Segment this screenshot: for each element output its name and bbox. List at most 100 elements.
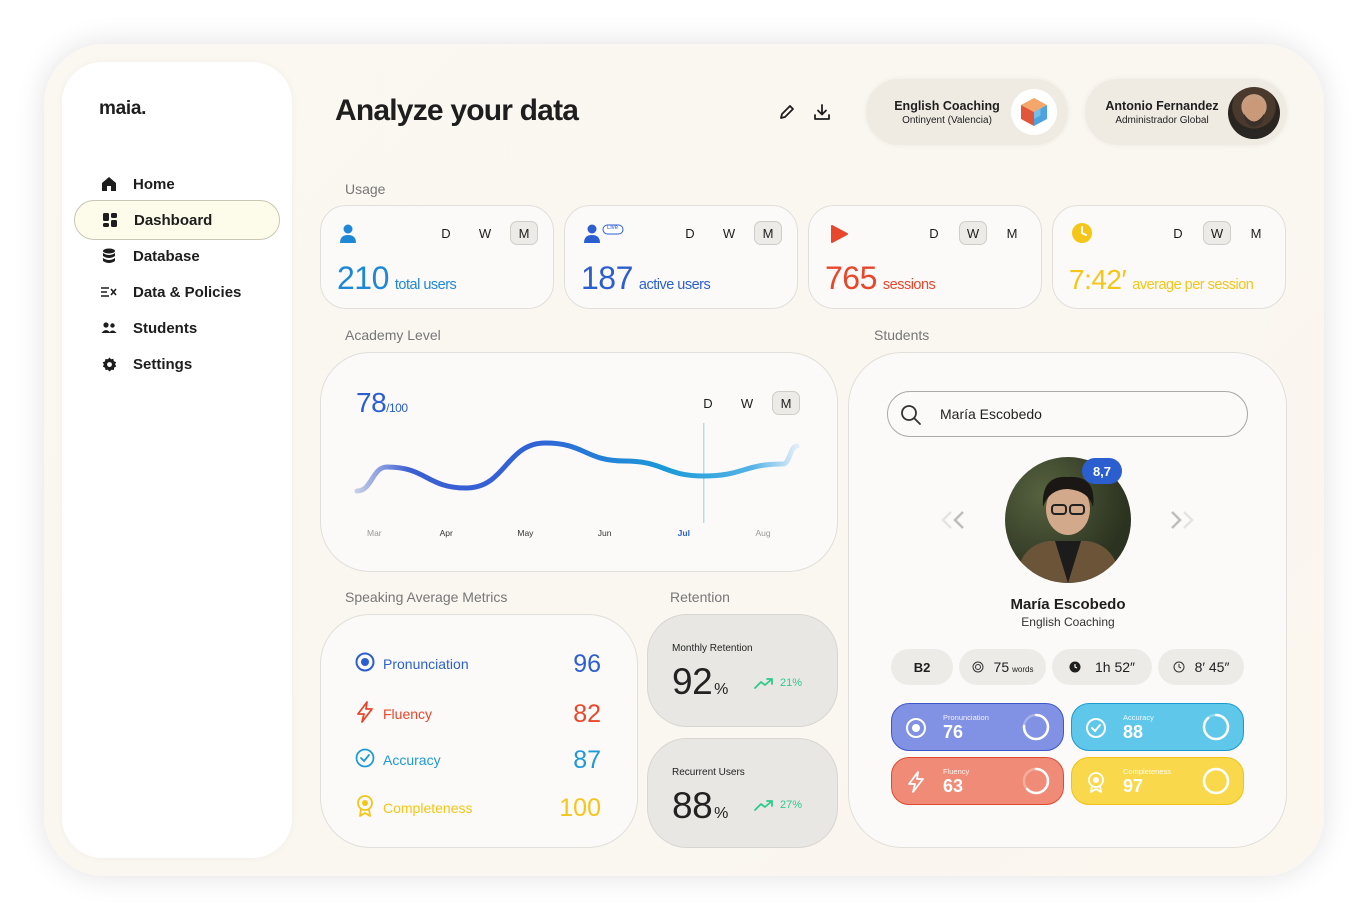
student-score-badge: 8,7	[1082, 458, 1122, 484]
gear-icon	[100, 355, 118, 373]
usage-card-sessions: D W M 765 sessions	[808, 205, 1042, 309]
logo: maia.	[99, 98, 147, 119]
metric-label: Accuracy	[383, 752, 441, 768]
usage-card-total-users: D W M 210 total users	[320, 205, 554, 309]
speaking-metrics-card: Pronunciation 96 Fluency 82 Accuracy 87 …	[320, 614, 638, 848]
lightning-icon	[355, 700, 375, 728]
period-d[interactable]: D	[432, 221, 460, 245]
sidebar-item-settings[interactable]: Settings	[74, 344, 280, 384]
period-d[interactable]: D	[920, 221, 948, 245]
retention-unit: %	[714, 681, 728, 698]
usage-value: 210 total users	[337, 260, 457, 297]
words-chip: 75 words	[959, 649, 1046, 685]
academy-line-chart: Mar Apr May Jun Jul Aug	[354, 423, 800, 538]
retention-label: Monthly Retention	[672, 643, 753, 654]
period-w[interactable]: W	[715, 221, 743, 245]
progress-ring	[1022, 713, 1050, 741]
usage-label: total users	[394, 277, 457, 293]
org-location: Ontinyent (Valencia)	[902, 115, 992, 126]
home-icon	[100, 175, 118, 193]
search-icon	[900, 404, 922, 431]
period-d[interactable]: D	[1164, 221, 1192, 245]
period-selector: D W M	[909, 221, 1026, 245]
metric-value: 82	[573, 699, 601, 728]
search-input[interactable]: María Escobedo	[940, 406, 1042, 422]
usage-number: 187	[581, 260, 633, 296]
retention-number: 92	[672, 661, 713, 702]
retention-label: Recurrent Users	[672, 767, 745, 778]
usage-number: 210	[337, 260, 389, 296]
sidebar-item-label: Home	[133, 175, 175, 193]
edit-icon[interactable]	[777, 102, 797, 122]
x-tick-label: Jun	[598, 528, 612, 538]
play-icon	[829, 224, 849, 249]
tile-value: 63	[943, 776, 964, 796]
student-search[interactable]: María Escobedo	[887, 391, 1248, 437]
x-tick-label: Jul	[678, 528, 690, 538]
usage-value: 187 active users	[581, 260, 711, 297]
page-title: Analyze your data	[335, 94, 579, 127]
clock-icon	[1071, 222, 1093, 249]
trend-value: 27%	[780, 799, 803, 811]
metric-completeness: Completeness 100	[355, 793, 601, 823]
sidebar-item-students[interactable]: Students	[74, 308, 280, 348]
period-selector: D W M	[421, 221, 538, 245]
user-name: Antonio Fernandez	[1105, 99, 1219, 113]
target-small-icon	[972, 661, 984, 673]
period-m[interactable]: M	[510, 221, 538, 245]
clock-filled-icon	[1069, 661, 1081, 673]
timer-icon	[1173, 661, 1185, 673]
period-w[interactable]: W	[959, 221, 987, 245]
org-switcher[interactable]: English Coaching Ontinyent (Valencia)	[866, 79, 1068, 145]
sidebar: maia. Home Dashboard Database Data & Pol…	[62, 62, 292, 858]
metric-value: 96	[573, 649, 601, 678]
period-d[interactable]: D	[676, 221, 704, 245]
period-selector: D W M	[665, 221, 782, 245]
target-icon	[904, 716, 928, 740]
live-user-icon: Live	[583, 224, 625, 249]
tile-completeness: Completeness 97	[1071, 757, 1244, 805]
user-menu[interactable]: Antonio Fernandez Administrador Global	[1085, 79, 1287, 145]
next-student-chevron-icon[interactable]	[1168, 508, 1198, 537]
usage-label: active users	[638, 277, 711, 293]
student-org: English Coaching	[1021, 615, 1115, 629]
org-name: English Coaching	[894, 99, 1000, 113]
sidebar-item-data-policies[interactable]: Data & Policies	[74, 272, 280, 312]
prev-student-chevron-icon[interactable]	[937, 508, 967, 537]
students-icon	[100, 319, 118, 337]
students-section-label: Students	[874, 327, 930, 343]
usage-number: 765	[825, 260, 877, 296]
metric-label: Fluency	[383, 706, 433, 722]
tile-label: Pronunciation	[943, 713, 989, 722]
avatar	[1228, 87, 1280, 139]
x-tick-label: May	[517, 528, 534, 538]
metric-accuracy: Accuracy 87	[355, 745, 601, 775]
progress-ring	[1022, 767, 1050, 795]
progress-ring	[1202, 713, 1230, 741]
academy-section-label: Academy Level	[345, 327, 441, 343]
period-m[interactable]: M	[754, 221, 782, 245]
tile-pronunciation: Pronunciation 76	[891, 703, 1064, 751]
tile-accuracy: Accuracy 88	[1071, 703, 1244, 751]
check-circle-icon	[1084, 716, 1108, 740]
sidebar-item-database[interactable]: Database	[74, 236, 280, 276]
words-value: 75	[993, 659, 1010, 675]
period-m[interactable]: M	[1242, 221, 1270, 245]
sidebar-item-home[interactable]: Home	[74, 164, 280, 204]
avg-time-value: 8′ 45″	[1194, 659, 1230, 675]
usage-label: sessions	[882, 277, 936, 293]
retention-value: 92%	[672, 661, 728, 703]
target-icon	[355, 652, 375, 677]
period-w[interactable]: W	[1203, 221, 1231, 245]
download-icon[interactable]	[812, 102, 832, 122]
period-m[interactable]: M	[998, 221, 1026, 245]
retention-trend: 27%	[754, 799, 802, 811]
period-w[interactable]: W	[471, 221, 499, 245]
medal-icon	[1084, 770, 1108, 794]
metric-value: 100	[559, 793, 601, 822]
data-policies-icon	[100, 283, 118, 301]
tile-value: 88	[1123, 722, 1144, 742]
sidebar-item-dashboard[interactable]: Dashboard	[74, 200, 280, 240]
metric-pronunciation: Pronunciation 96	[355, 649, 601, 679]
usage-value: 765 sessions	[825, 260, 936, 297]
